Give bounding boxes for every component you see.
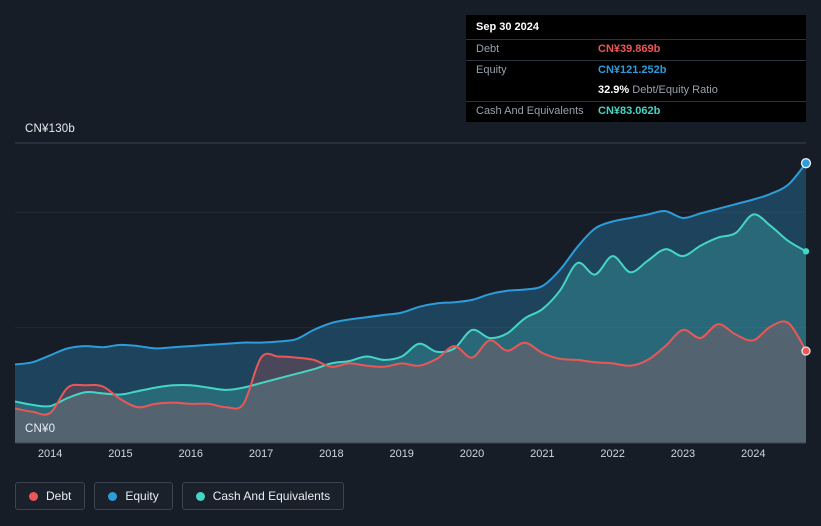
x-axis-label-2018: 2018	[319, 448, 344, 460]
tooltip-debt-row: Debt CN¥39.869b	[466, 40, 806, 61]
tooltip-ratio-row: 32.9% Debt/Equity Ratio	[466, 81, 806, 102]
series-areas	[15, 163, 806, 443]
tooltip-cash-row: Cash And Equivalents CN¥83.062b	[466, 102, 806, 122]
chart-tooltip: Sep 30 2024 Debt CN¥39.869b Equity CN¥12…	[466, 15, 806, 122]
tooltip-ratio: 32.9% Debt/Equity Ratio	[598, 84, 718, 97]
legend-label-equity: Equity	[125, 489, 159, 503]
y-axis-max-label: CN¥130b	[25, 123, 75, 135]
cash-endpoint-dot	[802, 248, 810, 255]
legend: Debt Equity Cash And Equivalents	[15, 482, 345, 510]
debt-equity-history-panel: CN¥130b CN¥0 2014 2015 2016 2017 2018 2019 202…	[0, 0, 821, 526]
x-axis-label-2017: 2017	[248, 448, 274, 460]
tooltip-cash-label: Cash And Equivalents	[476, 105, 584, 117]
x-axis-label-2015: 2015	[108, 448, 133, 460]
legend-label-cash: Cash And Equivalents	[212, 489, 331, 503]
x-axis-label-2014: 2014	[37, 448, 63, 460]
x-axis-label-2023: 2023	[670, 448, 696, 460]
tooltip-cash-value: CN¥83.062b	[598, 105, 661, 117]
x-axis: 2014 2015 2016 2017 2018 2019 2020 2021 2022 2023…	[0, 448, 821, 464]
legend-label-debt: Debt	[46, 489, 72, 503]
tooltip-debt-value: CN¥39.869b	[598, 43, 661, 55]
tooltip-ratio-label: Debt/Equity Ratio	[632, 84, 718, 96]
tooltip-date: Sep 30 2024	[466, 15, 806, 40]
tooltip-debt-label: Debt	[476, 43, 500, 55]
y-axis-min-label: CN¥0	[25, 423, 56, 435]
tooltip-equity-label: Equity	[476, 64, 507, 76]
legend-item-cash[interactable]: Cash And Equivalents	[181, 482, 345, 510]
x-axis-label-2024: 2024	[741, 448, 766, 460]
equity-series-dot-icon	[108, 491, 118, 501]
tooltip-equity-row: Equity CN¥121.252b	[466, 61, 806, 81]
x-axis-label-2022: 2022	[600, 448, 625, 460]
debt-endpoint-dot	[801, 346, 811, 356]
x-axis-label-2020: 2020	[459, 448, 485, 460]
equity-endpoint-dot	[800, 158, 812, 169]
tooltip-ratio-value: 32.9%	[598, 84, 630, 96]
legend-item-equity[interactable]: Equity	[94, 482, 173, 510]
x-axis-label-2019: 2019	[389, 448, 414, 460]
x-axis-label-2021: 2021	[530, 448, 555, 460]
x-axis-label-2016: 2016	[178, 448, 203, 460]
debt-series-dot-icon	[29, 491, 38, 501]
legend-item-debt[interactable]: Debt	[15, 482, 86, 510]
cash-series-dot-icon	[195, 491, 205, 501]
tooltip-equity-value: CN¥121.252b	[598, 64, 667, 76]
